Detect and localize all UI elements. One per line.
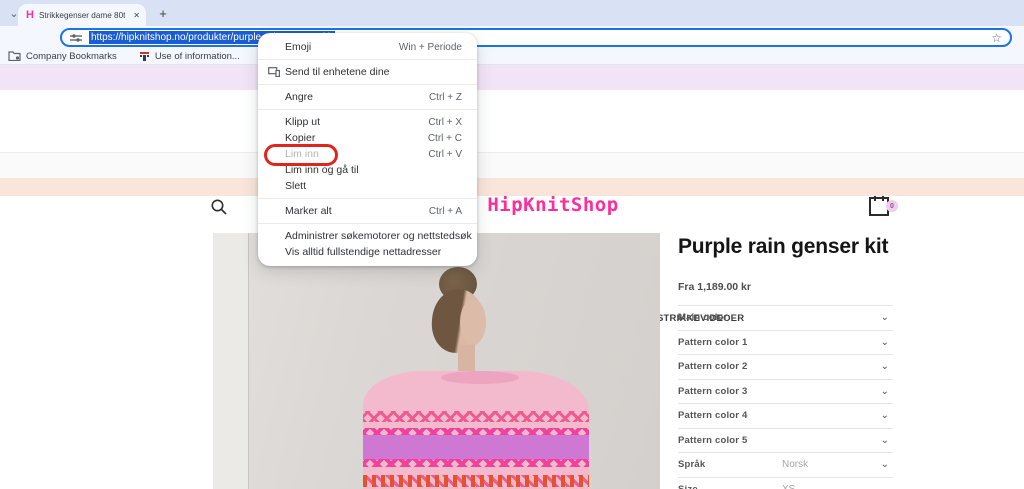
option-main-color[interactable]: Main color ⌄ <box>678 305 893 330</box>
menu-item-slett[interactable]: Slett <box>258 178 477 194</box>
bookmark-use-of-information[interactable]: Use of information... <box>139 51 240 62</box>
devices-icon <box>268 67 285 77</box>
menu-item-label: Angre <box>285 91 313 103</box>
chevron-down-icon: ⌄ <box>881 386 889 397</box>
menu-item-emoji[interactable]: Emoji Win + Periode <box>258 39 477 55</box>
sweater-motif-band <box>363 411 589 422</box>
site-header: HipKnitShop 0 <box>0 90 1024 152</box>
tab-title: Strikkegenser dame 80tall | Pur <box>39 11 125 20</box>
menu-separator <box>258 223 477 224</box>
product-title: Purple rain genser kit <box>678 235 893 259</box>
menu-shortcut: Ctrl + C <box>428 133 462 144</box>
menu-separator <box>258 198 477 199</box>
menu-shortcut: Ctrl + A <box>429 206 462 217</box>
product-price: Fra 1,189.00 kr <box>678 281 893 293</box>
sweater-orange-band <box>363 475 589 487</box>
menu-item-angre[interactable]: Angre Ctrl + Z <box>258 89 477 105</box>
menu-separator <box>258 59 477 60</box>
product-photo <box>213 233 660 489</box>
option-pattern-color-1[interactable]: Pattern color 1 ⌄ <box>678 330 893 355</box>
chevron-down-icon: ⌄ <box>881 312 889 323</box>
site-topbar: NO WORLDWIDE SHIPPING ØNSKELISTE LOGG IN… <box>0 65 1024 90</box>
option-pattern-color-3[interactable]: Pattern color 3 ⌄ <box>678 379 893 404</box>
chevron-down-icon: ⌄ <box>881 361 889 372</box>
bookmark-star-icon[interactable]: ☆ <box>991 31 1002 45</box>
option-pattern-color-5[interactable]: Pattern color 5 ⌄ <box>678 428 893 453</box>
option-size[interactable]: Size XS ⌄ <box>678 477 893 489</box>
menu-separator <box>258 109 477 110</box>
menu-item-klipp-ut[interactable]: Klipp ut Ctrl + X <box>258 114 477 130</box>
product-details: Purple rain genser kit Fra 1,189.00 kr M… <box>678 235 893 489</box>
option-value: XS <box>782 484 795 489</box>
chevron-down-icon: ⌄ <box>881 337 889 348</box>
new-tab-button[interactable]: + <box>155 5 171 21</box>
chevron-down-icon: ⌄ <box>881 459 889 470</box>
managed-folder-icon <box>8 51 21 61</box>
sweater-neck-ribbing <box>441 371 519 384</box>
menu-shortcut: Win + Periode <box>399 42 462 53</box>
menu-item-label: Slett <box>285 180 306 192</box>
menu-shortcut: Ctrl + V <box>428 149 462 160</box>
cart-badge: 0 <box>886 200 898 212</box>
browser-tab[interactable]: H Strikkegenser dame 80tall | Pur ✕ <box>18 4 146 26</box>
menu-item-label: Emoji <box>285 41 311 53</box>
menu-shortcut: Ctrl + Z <box>429 92 462 103</box>
use-of-information-favicon <box>139 51 150 62</box>
menu-item-administrer-sokemotorer[interactable]: Administrer søkemotorer og nettstedsøk <box>258 228 477 244</box>
bookmark-company-bookmarks[interactable]: Company Bookmarks <box>8 51 117 62</box>
option-label: Pattern color 5 <box>678 435 748 446</box>
option-pattern-color-2[interactable]: Pattern color 2 ⌄ <box>678 354 893 379</box>
red-annotation-circle <box>264 144 338 166</box>
menu-shortcut: Ctrl + X <box>428 117 462 128</box>
breadcrumb: Hjem / Prod t <box>0 178 1024 196</box>
site-settings-icon[interactable] <box>70 33 82 43</box>
option-value: Norsk <box>782 459 808 470</box>
menu-item-label: Marker alt <box>285 205 332 217</box>
pink-sweater <box>363 371 589 489</box>
bookmark-label: Use of information... <box>155 51 240 62</box>
chevron-down-icon: ⌄ <box>881 435 889 446</box>
menu-item-vis-alltid-fullstendige[interactable]: Vis alltid fullstendige nettadresser <box>258 244 477 260</box>
option-label: Pattern color 4 <box>678 410 748 421</box>
menu-item-label: Administrer søkemotorer og nettstedsøk <box>285 230 472 242</box>
tab-close-icon[interactable]: ✕ <box>133 11 140 20</box>
bookmarks-bar: Company Bookmarks Use of information... … <box>0 48 1024 65</box>
chevron-down-icon: ⌄ <box>881 410 889 421</box>
option-sprak[interactable]: Språk Norsk ⌄ <box>678 452 893 477</box>
menu-item-marker-alt[interactable]: Marker alt Ctrl + A <box>258 203 477 219</box>
menu-separator <box>258 84 477 85</box>
menu-item-label: Vis alltid fullstendige nettadresser <box>285 246 441 258</box>
menu-item-label: Send til enhetene dine <box>285 66 390 78</box>
option-label: Size <box>678 484 698 489</box>
option-label: Pattern color 1 <box>678 337 748 348</box>
sweater-magenta-band <box>363 435 589 460</box>
sweater-zigzag-edge <box>363 459 589 467</box>
option-label: Språk <box>678 459 705 470</box>
menu-item-send-to-devices[interactable]: Send til enhetene dine <box>258 64 477 80</box>
tab-favicon: H <box>26 9 34 21</box>
address-bar[interactable]: https://hipknitshop.no/produkter/purple-… <box>60 28 1012 47</box>
option-label: Pattern color 3 <box>678 386 748 397</box>
option-label: Pattern color 2 <box>678 361 748 372</box>
bookmark-label: Company Bookmarks <box>26 51 117 62</box>
site-nav: IFTER TILBEHØR OG UTSTYR LEKER STRIKKEVI… <box>0 152 1024 178</box>
menu-item-label: Klipp ut <box>285 116 320 128</box>
option-label: Main color <box>678 312 728 323</box>
chevron-down-icon: ⌄ <box>881 484 889 489</box>
model-face <box>460 299 486 345</box>
option-pattern-color-4[interactable]: Pattern color 4 ⌄ <box>678 403 893 428</box>
menu-item-label: Kopier <box>285 132 315 144</box>
photo-wall-edge <box>213 233 249 489</box>
tab-strip: ⌄ H Strikkegenser dame 80tall | Pur ✕ + <box>0 0 1024 26</box>
